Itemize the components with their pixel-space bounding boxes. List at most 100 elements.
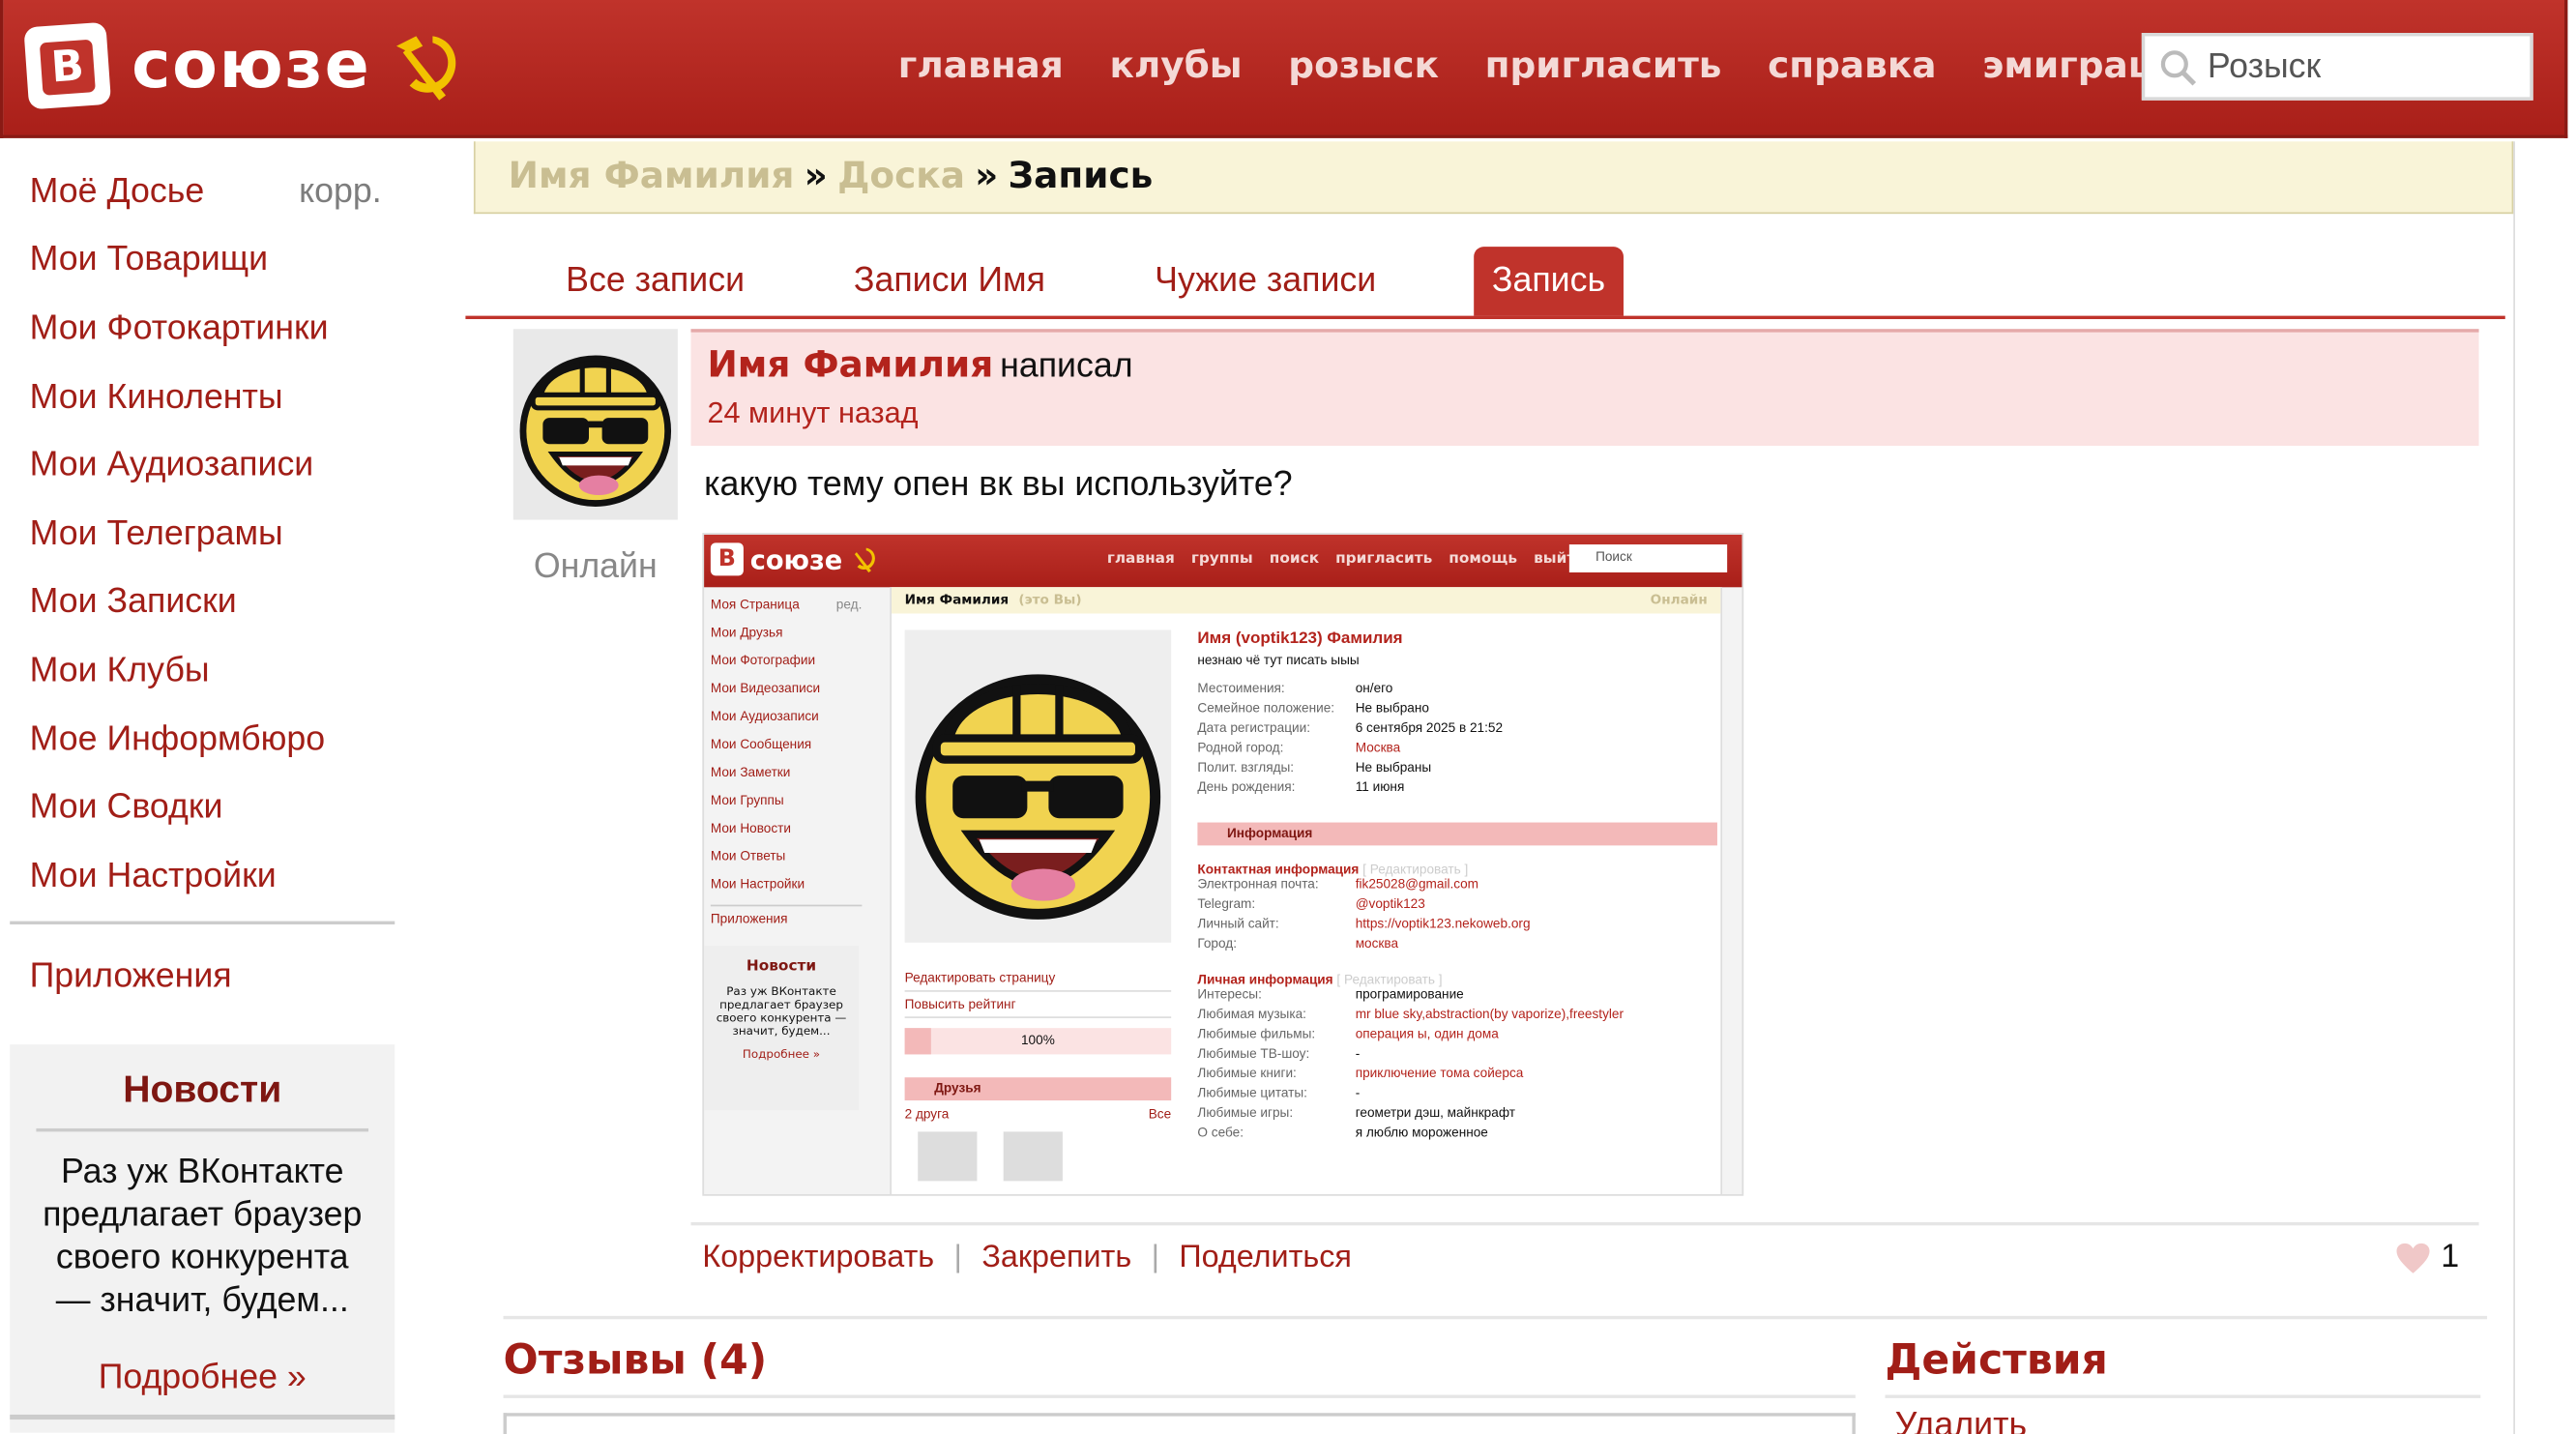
shot-crumb-me: (это Вы)	[1018, 592, 1082, 607]
shot-field-key: Местоимения:	[1197, 681, 1285, 696]
shot-field-row: Любимые игры: геометри дэш, майнкрафт	[1197, 1105, 1717, 1125]
shot-field-row: О себе: я люблю мороженное	[1197, 1126, 1717, 1145]
post-attached-image[interactable]: Всоюзе главная группы поиск пригласить п…	[702, 533, 1744, 1196]
sidebar-item-apps[interactable]: Приложения	[10, 944, 395, 1012]
breadcrumb-current: Запись	[1008, 156, 1154, 198]
shot-side-label: Моя Страница	[710, 597, 800, 612]
shot-side-item: Мои Фотографии	[710, 653, 816, 668]
sidebar-item-audio[interactable]: Мои Аудиозаписи	[10, 431, 395, 500]
news-more-link[interactable]: Подробнее »	[36, 1359, 368, 1398]
sidebar-item-photos[interactable]: Мои Фотокартинки	[10, 295, 395, 364]
shot-contact-title-text: Контактная информация	[1197, 862, 1360, 877]
shot-field-row: Любимые цитаты: -	[1197, 1086, 1717, 1105]
nav-help[interactable]: справка	[1768, 46, 1936, 88]
shot-avatar	[904, 629, 1172, 943]
shot-field-row: Дата регистрации: 6 сентября 2025 в 21:52	[1197, 720, 1717, 740]
nav-clubs[interactable]: клубы	[1109, 46, 1242, 88]
shot-contact-title: Контактная информация [ Редактировать ]	[1197, 862, 1717, 876]
edit-post-link[interactable]: Корректировать	[702, 1241, 934, 1276]
breadcrumb-user[interactable]: Имя Фамилия	[509, 157, 795, 198]
shot-field-value: 6 сентября 2025 в 21:52	[1355, 720, 1504, 736]
sidebar-item-comrades[interactable]: Мои Товарищи	[10, 226, 395, 295]
shot-field-key: День рождения:	[1197, 779, 1296, 795]
tab-post[interactable]: Запись	[1474, 247, 1624, 316]
shot-field-value: 11 июня	[1355, 779, 1405, 795]
heart-icon	[2396, 1243, 2430, 1273]
shot-field-key: Любимые книги:	[1197, 1066, 1297, 1081]
shot-field-key: Город:	[1197, 935, 1237, 951]
shot-status: незнаю чё тут писать ыыы	[1197, 653, 1360, 668]
shot-field-value: он/его	[1355, 681, 1393, 696]
shot-field-value: Не выбрано	[1355, 700, 1429, 716]
shot-field-value: mr blue sky,abstraction(by vaporize),fre…	[1355, 1007, 1625, 1022]
shot-field-key: О себе:	[1197, 1125, 1244, 1140]
nav-home[interactable]: главная	[898, 46, 1064, 88]
main-border	[2513, 141, 2515, 1434]
shot-side-item: Мои Настройки	[710, 876, 805, 892]
shot-edit-page: Редактировать страницу	[904, 966, 1172, 992]
reviews-title: Отзывы (4)	[503, 1335, 1856, 1398]
shot-field-key: Родной город:	[1197, 740, 1284, 755]
news-text: Раз уж ВКонтакте предлагает браузер свое…	[43, 1153, 363, 1320]
online-status: Онлайн	[533, 547, 658, 586]
shot-nav-item: поиск	[1269, 550, 1320, 568]
shot-header: Всоюзе главная группы поиск пригласить п…	[704, 534, 1742, 588]
shot-personal-title: Личная информация [ Редактировать ]	[1197, 972, 1717, 986]
sidebar-item-label[interactable]: Моё Досье	[30, 172, 205, 212]
shot-side-item: Мои Сообщения	[710, 737, 812, 752]
shot-field-key: Полит. взгляды:	[1197, 759, 1295, 776]
shot-left-col: Редактировать страницу Повысить рейтинг …	[904, 966, 1172, 1182]
logo-text: союзе	[132, 27, 371, 104]
shot-side-item: Мои Видеозаписи	[710, 681, 821, 696]
sidebar-item-messages[interactable]: Мои Телеграмы	[10, 500, 395, 569]
shot-field-key: Электронная почта:	[1197, 876, 1319, 892]
shot-field-value: -	[1355, 1045, 1361, 1062]
section-divider	[503, 1315, 2488, 1320]
shot-nav-item: главная	[1106, 550, 1175, 568]
shot-field-row: Город: москва	[1197, 936, 1717, 955]
shot-field-value: @voptik123	[1355, 896, 1425, 912]
sidebar-bottom-divider	[10, 1414, 395, 1420]
tab-others-posts[interactable]: Чужие записи	[1155, 247, 1376, 315]
tab-user-posts[interactable]: Записи Имя	[854, 247, 1045, 315]
author-avatar[interactable]	[512, 329, 678, 520]
nav-invite[interactable]: пригласить	[1485, 46, 1722, 88]
shot-field-value: приключение тома сойерса	[1355, 1066, 1524, 1081]
search-input[interactable]	[2207, 46, 2521, 87]
sidebar-item-settings[interactable]: Мои Настройки	[10, 842, 395, 911]
shot-field-value: операция ы, один дома	[1355, 1026, 1499, 1041]
like-button[interactable]: 1	[2395, 1239, 2459, 1276]
shot-info-header: Информация	[1197, 822, 1717, 846]
shot-search: Поиск	[1568, 544, 1728, 572]
sidebar-item-clubs[interactable]: Мои Клубы	[10, 637, 395, 706]
sidebar-item-dossier[interactable]: Моё Досье корр.	[10, 158, 395, 226]
pin-post-link[interactable]: Закрепить	[981, 1241, 1131, 1276]
shot-friends-count: 2 друга	[904, 1106, 950, 1123]
shot-side-item: Мои Заметки	[710, 765, 791, 780]
shot-nav-item: помощь	[1449, 550, 1518, 568]
shot-field-key: Telegram:	[1197, 896, 1256, 912]
shot-profile-info: Имя (voptik123) Фамилия незнаю чё тут пи…	[1197, 630, 1717, 1145]
tab-all-posts[interactable]: Все записи	[566, 247, 745, 315]
post-header: Имя Фамилия написал 24 минут назад	[690, 329, 2479, 446]
post-timestamp[interactable]: 24 минут назад	[707, 396, 2462, 431]
breadcrumb-board[interactable]: Доска	[837, 157, 965, 198]
shot-raise-rating: Повысить рейтинг	[904, 992, 1172, 1018]
sidebar-item-feed[interactable]: Мои Сводки	[10, 774, 395, 842]
sidebar-item-news[interactable]: Мое Информбюро	[10, 705, 395, 774]
share-post-link[interactable]: Поделиться	[1179, 1241, 1351, 1276]
site-logo[interactable]: В союзе	[23, 16, 469, 115]
sidebar-item-videos[interactable]: Мои Киноленты	[10, 364, 395, 432]
nav-search[interactable]: розыск	[1288, 46, 1439, 88]
hammer-sickle-icon	[396, 36, 457, 101]
post-author-link[interactable]: Имя Фамилия	[707, 345, 993, 387]
post-text: какую тему опен вк вы используйте?	[704, 465, 1293, 504]
sidebar-item-notes[interactable]: Мои Записки	[10, 569, 395, 637]
shot-logo-text: союзе	[749, 543, 843, 575]
shot-field-value: геометри дэш, майнкрафт	[1355, 1105, 1515, 1121]
shot-side-extra: ред.	[835, 597, 863, 612]
edit-profile-link[interactable]: корр.	[299, 172, 395, 212]
delete-link[interactable]: Удалить	[1895, 1406, 2027, 1434]
shot-field-key: Любимая музыка:	[1197, 1007, 1306, 1022]
shot-field-value: Москва	[1355, 740, 1401, 755]
